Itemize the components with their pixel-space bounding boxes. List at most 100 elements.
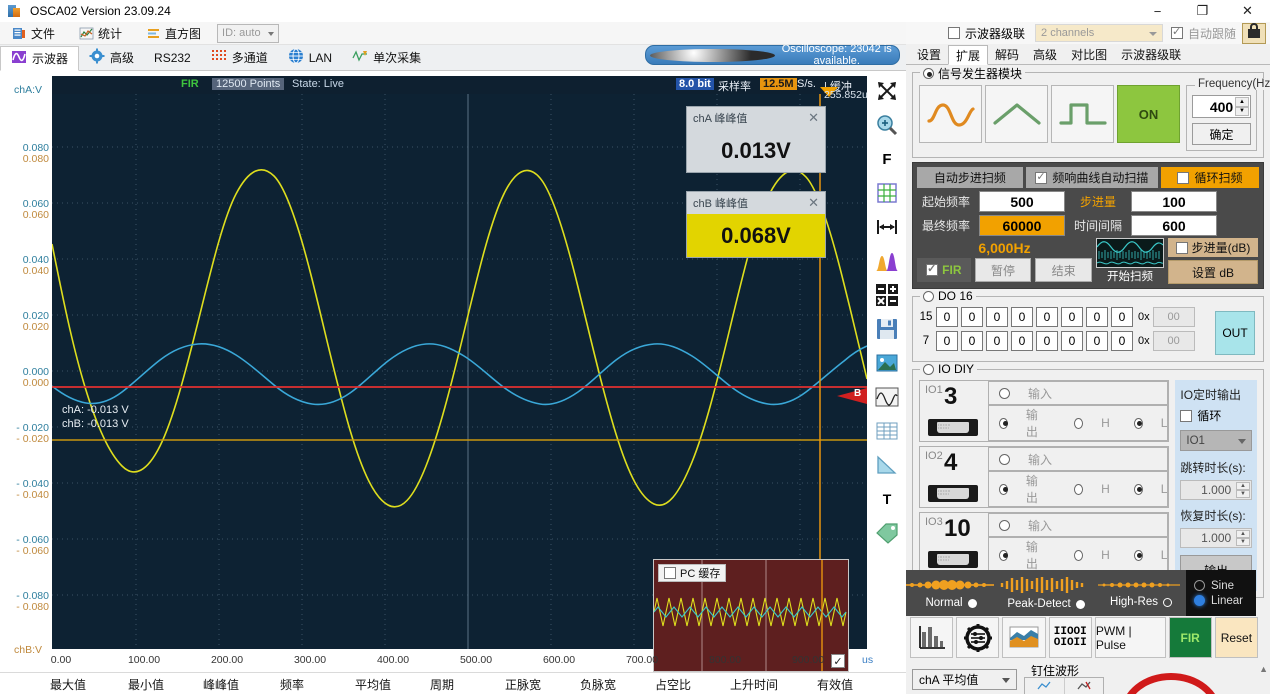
do16-bit[interactable]: 0 xyxy=(1011,307,1033,327)
io2-output-radio[interactable]: 输出 H L xyxy=(988,471,1169,507)
do16-bit[interactable]: 0 xyxy=(1036,331,1058,351)
do16-bit[interactable]: 0 xyxy=(1086,307,1108,327)
do16-bit[interactable]: 0 xyxy=(1111,331,1133,351)
do16-bit[interactable]: 0 xyxy=(1086,331,1108,351)
save-disk-icon[interactable] xyxy=(872,313,902,345)
grid-icon[interactable] xyxy=(872,177,902,209)
pin-add-icon[interactable] xyxy=(1025,678,1065,694)
text-tool-icon[interactable]: T xyxy=(872,483,902,515)
histogram-color-icon[interactable] xyxy=(872,245,902,277)
lock-icon[interactable] xyxy=(1242,23,1266,44)
scale-mode-linear[interactable]: Linear xyxy=(1194,595,1256,607)
scale-mode-sine[interactable]: Sine xyxy=(1194,580,1256,592)
tab-lan[interactable]: LAN xyxy=(278,45,342,70)
minimize-button[interactable]: − xyxy=(1135,0,1180,22)
triangle-wave-button[interactable] xyxy=(985,85,1048,143)
expand-arrows-icon[interactable] xyxy=(872,75,902,107)
end-freq-input[interactable]: 60000 xyxy=(979,215,1065,236)
fir-button[interactable]: FIR xyxy=(1168,617,1212,658)
do16-bit[interactable]: 0 xyxy=(1061,307,1083,327)
auto-scan-checkbox[interactable]: 频响曲线自动扫描 xyxy=(1025,167,1158,188)
tab-oscilloscope[interactable]: 示波器 xyxy=(0,46,80,71)
frequency-input[interactable]: 400 ▲ ▼ xyxy=(1192,95,1251,118)
bar-chart-icon[interactable] xyxy=(910,617,954,658)
autofollow-checkbox[interactable]: 自动跟随 xyxy=(1171,25,1236,42)
recover-time-input[interactable]: 1.000 ▲ ▼ xyxy=(1180,528,1252,548)
horizontal-measure-icon[interactable] xyxy=(872,211,902,243)
tag-icon[interactable] xyxy=(872,517,902,549)
cycle-sweep-checkbox[interactable]: 循环扫频 xyxy=(1161,167,1259,188)
do16-bit[interactable]: 0 xyxy=(961,307,983,327)
auto-step-sweep-button[interactable]: 自动步进扫频 xyxy=(917,167,1023,188)
menu-item-histogram[interactable]: 直方图 xyxy=(134,22,213,44)
status-badge[interactable]: Oscilloscope: 23042 is available. xyxy=(645,43,900,67)
io3-output-radio[interactable]: 输出 H L xyxy=(988,537,1169,573)
measurement-panel-chb[interactable]: chB 峰峰值 ✕ 0.068V xyxy=(686,191,826,258)
stop-button[interactable]: 结束 xyxy=(1035,258,1092,282)
io1-output-radio[interactable]: 输出 H L xyxy=(988,405,1169,441)
cascade-checkbox[interactable]: 示波器级联 xyxy=(948,25,1025,42)
binary-icon[interactable]: IIOOI OIOII xyxy=(1048,617,1092,658)
math-operations-icon[interactable] xyxy=(872,279,902,311)
do16-title[interactable]: DO 16 xyxy=(920,289,976,303)
rtab-advanced[interactable]: 高级 xyxy=(1026,44,1064,64)
reset-button[interactable]: Reset xyxy=(1214,617,1259,658)
iodiy-title[interactable]: IO DIY xyxy=(920,362,978,376)
tab-rs232[interactable]: RS232 xyxy=(144,45,201,70)
close-icon[interactable]: ✕ xyxy=(808,110,819,126)
triangle-ruler-icon[interactable] xyxy=(872,449,902,481)
rtab-cascade[interactable]: 示波器级联 xyxy=(1114,44,1188,64)
io-select[interactable]: IO1 xyxy=(1180,430,1252,451)
tab-multichannel[interactable]: 多通道 xyxy=(201,45,278,70)
maximize-button[interactable]: ❐ xyxy=(1180,0,1225,22)
do16-bit[interactable]: 0 xyxy=(961,331,983,351)
do16-bit[interactable]: 0 xyxy=(986,307,1008,327)
step-input[interactable]: 100 xyxy=(1131,191,1217,212)
rtab-extension[interactable]: 扩展 xyxy=(948,45,989,65)
do16-hex-low[interactable]: 00 xyxy=(1152,331,1195,351)
menu-item-statistics[interactable]: 统计 xyxy=(67,22,134,44)
start-sweep-button[interactable]: 开始扫频 xyxy=(1096,238,1164,284)
settings-gear-icon[interactable] xyxy=(956,617,1000,658)
start-freq-input[interactable]: 500 xyxy=(979,191,1065,212)
set-db-button[interactable]: 设置 dB xyxy=(1168,260,1258,284)
waveform-window-icon[interactable] xyxy=(872,381,902,413)
do16-bit[interactable]: 0 xyxy=(1061,331,1083,351)
close-button[interactable]: ✕ xyxy=(1225,0,1270,22)
zoom-in-icon[interactable] xyxy=(872,109,902,141)
recover-time-stepper[interactable]: ▲ ▼ xyxy=(1236,530,1250,546)
pwm-pulse-button[interactable]: PWM | Pulse xyxy=(1094,617,1166,658)
sine-wave-button[interactable] xyxy=(919,85,982,143)
square-wave-button[interactable] xyxy=(1051,85,1114,143)
signal-on-button[interactable]: ON xyxy=(1117,85,1180,143)
channels-select[interactable]: 2 channels xyxy=(1035,24,1164,42)
mode-peak-detect[interactable]: Peak-Detect xyxy=(996,570,1096,616)
do16-bit[interactable]: 0 xyxy=(936,307,958,327)
frequency-confirm-button[interactable]: 确定 xyxy=(1192,123,1251,145)
mode-normal[interactable]: Normal xyxy=(906,570,996,616)
rtab-decode[interactable]: 解码 xyxy=(988,44,1026,64)
mode-high-res[interactable]: High-Res xyxy=(1096,570,1186,616)
frequency-stepper[interactable]: ▲ ▼ xyxy=(1235,97,1249,116)
rtab-comparison[interactable]: 对比图 xyxy=(1064,44,1114,64)
close-icon[interactable]: ✕ xyxy=(808,195,819,211)
jump-time-input[interactable]: 1.000 ▲ ▼ xyxy=(1180,480,1252,500)
table-icon[interactable] xyxy=(872,415,902,447)
io3-input-radio[interactable]: 输入 xyxy=(988,513,1169,537)
tab-single-capture[interactable]: 单次采集 xyxy=(342,45,431,70)
io1-input-radio[interactable]: 输入 xyxy=(988,381,1169,405)
io-loop-checkbox[interactable]: 循环 xyxy=(1180,407,1252,424)
f-text-icon[interactable]: F xyxy=(872,143,902,175)
rtab-settings[interactable]: 设置 xyxy=(910,44,948,64)
jump-time-stepper[interactable]: ▲ ▼ xyxy=(1236,482,1250,498)
pin-remove-icon[interactable] xyxy=(1065,678,1104,694)
do16-bit[interactable]: 0 xyxy=(936,331,958,351)
do16-bit[interactable]: 0 xyxy=(1111,307,1133,327)
fir-checkbox[interactable]: FIR xyxy=(917,258,971,282)
do16-out-button[interactable]: OUT xyxy=(1215,311,1255,355)
do16-bit[interactable]: 0 xyxy=(986,331,1008,351)
step-db-checkbox[interactable]: 步进量(dB) xyxy=(1168,238,1258,257)
pause-button[interactable]: 暂停 xyxy=(974,258,1032,282)
signal-generator-title[interactable]: 信号发生器模块 xyxy=(920,65,1026,82)
scroll-up-icon[interactable]: ▲ xyxy=(1259,664,1268,674)
